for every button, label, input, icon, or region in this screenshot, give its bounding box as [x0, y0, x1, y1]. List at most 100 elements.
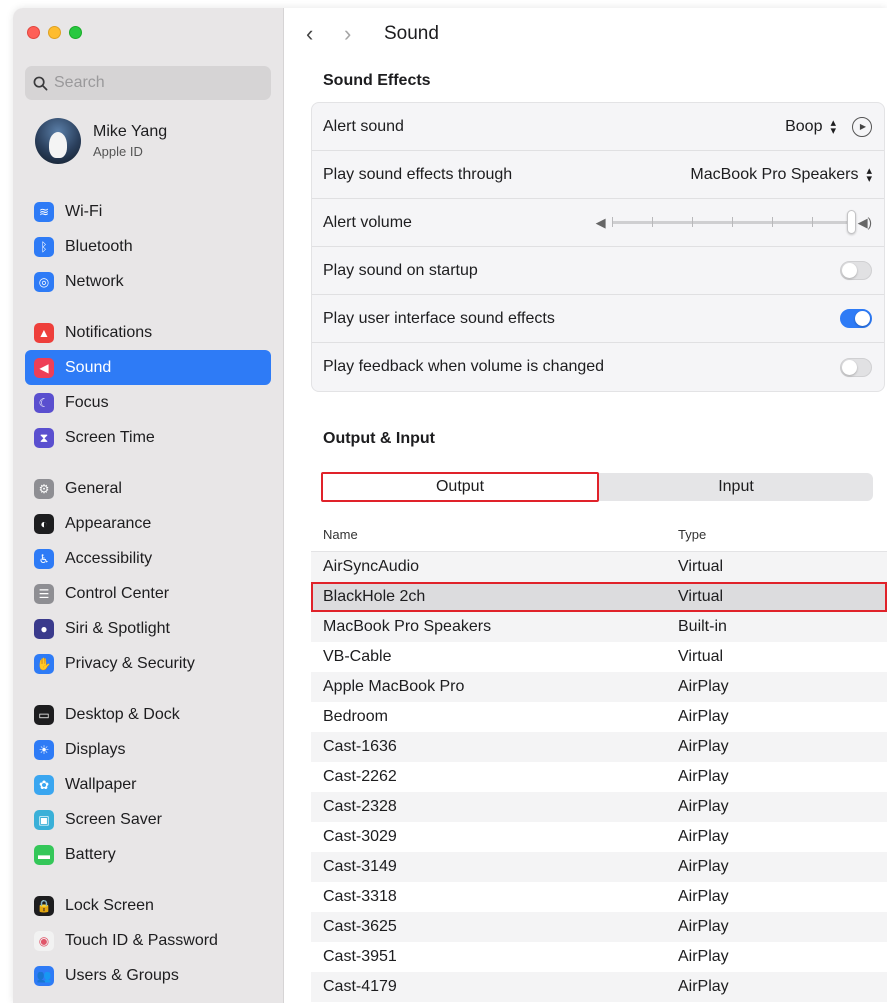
apple-id-profile[interactable]: Mike Yang Apple ID — [35, 118, 167, 164]
table-row[interactable]: Cast-3318 AirPlay — [311, 882, 887, 912]
sidebar-item-privacy-security[interactable]: ✋ Privacy & Security — [25, 646, 271, 681]
table-row[interactable]: MacBook Pro Speakers Built-in — [311, 612, 887, 642]
sidebar-item-touch-id-password[interactable]: ◉ Touch ID & Password — [25, 923, 271, 958]
sidebar-item-screen-time[interactable]: ⧗ Screen Time — [25, 420, 271, 455]
minimize-window-button[interactable] — [48, 26, 61, 39]
table-row[interactable]: BlackHole 2ch Virtual — [311, 582, 887, 612]
sidebar-item-lock-screen[interactable]: 🔒 Lock Screen — [25, 888, 271, 923]
slider-track[interactable] — [611, 210, 856, 234]
search-icon — [33, 76, 48, 90]
device-name: BlackHole 2ch — [323, 588, 426, 605]
profile-name: Mike Yang — [93, 123, 168, 140]
sidebar-item-label: Lock Screen — [65, 896, 154, 914]
ui-sounds-toggle[interactable] — [840, 309, 872, 328]
sidebar-item-label: Sound — [65, 358, 112, 376]
speaker-icon: ◀ — [34, 357, 54, 378]
volume-feedback-toggle[interactable] — [840, 357, 872, 377]
device-name: Bedroom — [323, 708, 388, 725]
search-input[interactable] — [54, 74, 254, 92]
sidebar-nav: ≋ Wi-Fi ᛒ Bluetooth ◎ Network ▲ Notifications ◀ S… — [25, 194, 271, 993]
table-row[interactable]: Cast-3029 AirPlay — [311, 822, 887, 852]
table-body: AirSyncAudio Virtual BlackHole 2ch Virtual M… — [311, 552, 887, 1002]
sidebar-item-wallpaper[interactable]: ✿ Wallpaper — [25, 767, 271, 802]
device-type: AirPlay — [678, 768, 729, 785]
table-row[interactable]: AirSyncAudio Virtual — [311, 552, 887, 582]
sidebar-item-displays[interactable]: ☀ Displays — [25, 732, 271, 767]
profile-subtitle: Apple ID — [93, 144, 143, 159]
sidebar-item-bluetooth[interactable]: ᛒ Bluetooth — [25, 229, 271, 264]
sidebar-item-wi-fi[interactable]: ≋ Wi-Fi — [25, 194, 271, 229]
slider-tick — [771, 217, 773, 227]
table-row[interactable]: Cast-3625 AirPlay — [311, 912, 887, 942]
speaker-high-icon: ◀) — [857, 214, 872, 230]
table-row[interactable]: Cast-3149 AirPlay — [311, 852, 887, 882]
device-name: Cast-3951 — [323, 948, 397, 965]
table-row[interactable]: Cast-3951 AirPlay — [311, 942, 887, 972]
sidebar-item-desktop-dock[interactable]: ▭ Desktop & Dock — [25, 697, 271, 732]
bluetooth-icon: ᛒ — [34, 236, 54, 257]
sidebar-item-sound[interactable]: ◀ Sound — [25, 350, 271, 385]
output-input-heading: Output & Input — [323, 430, 435, 447]
startup-sound-toggle[interactable] — [840, 261, 872, 280]
screen-saver-icon: ▣ — [34, 809, 54, 830]
table-row[interactable]: Cast-2328 AirPlay — [311, 792, 887, 822]
table-row[interactable]: VB-Cable Virtual — [311, 642, 887, 672]
tab-output[interactable]: Output — [321, 472, 599, 502]
sidebar-item-general[interactable]: ⚙ General — [25, 471, 271, 506]
lock-icon: 🔒 — [34, 895, 54, 916]
device-type: AirPlay — [678, 678, 729, 695]
zoom-window-button[interactable] — [69, 26, 82, 39]
sidebar-item-control-center[interactable]: ☰ Control Center — [25, 576, 271, 611]
device-type: Built-in — [678, 618, 727, 635]
sidebar-item-network[interactable]: ◎ Network — [25, 264, 271, 299]
sidebar-item-screen-saver[interactable]: ▣ Screen Saver — [25, 802, 271, 837]
sidebar-item-notifications[interactable]: ▲ Notifications — [25, 315, 271, 350]
sidebar-item-accessibility[interactable]: ♿ Accessibility — [25, 541, 271, 576]
device-type: AirPlay — [678, 978, 729, 995]
bell-icon: ▲ — [34, 322, 54, 343]
alert-volume-row: Alert volume ◀ ◀) — [312, 199, 884, 247]
slider-tick — [811, 217, 813, 227]
table-row[interactable]: Bedroom AirPlay — [311, 702, 887, 732]
avatar — [35, 118, 81, 164]
device-name: MacBook Pro Speakers — [323, 618, 492, 635]
table-row[interactable]: Cast-2262 AirPlay — [311, 762, 887, 792]
device-type: AirPlay — [678, 948, 729, 965]
column-header-name[interactable]: Name — [311, 527, 678, 542]
sidebar-item-siri-spotlight[interactable]: ● Siri & Spotlight — [25, 611, 271, 646]
play-alert-button[interactable]: ▶ — [852, 116, 872, 137]
forward-button[interactable]: › — [344, 21, 382, 47]
sidebar-item-focus[interactable]: ☾ Focus — [25, 385, 271, 420]
chevron-updown-icon: ▴ ▾ — [830, 116, 836, 137]
play-through-popup[interactable]: MacBook Pro Speakers ▴ ▾ — [690, 165, 872, 184]
slider-knob[interactable] — [846, 210, 856, 234]
alert-volume-label: Alert volume — [323, 213, 412, 231]
sidebar-item-appearance[interactable]: ◐ Appearance — [25, 506, 271, 541]
alert-sound-popup[interactable]: Boop ▴ ▾ — [785, 116, 836, 137]
gear-icon: ⚙ — [34, 478, 54, 499]
globe-icon: ◎ — [34, 271, 54, 292]
search-field[interactable] — [25, 66, 271, 100]
sidebar-item-users-groups[interactable]: 👥 Users & Groups — [25, 958, 271, 993]
sidebar-item-label: Focus — [65, 393, 109, 411]
control-center-icon: ☰ — [34, 583, 54, 604]
table-row[interactable]: Cast-4179 AirPlay — [311, 972, 887, 1002]
table-row[interactable]: Cast-1636 AirPlay — [311, 732, 887, 762]
speaker-low-icon: ◀ — [595, 214, 606, 230]
sun-icon: ☀ — [34, 739, 54, 760]
table-row[interactable]: Apple MacBook Pro AirPlay — [311, 672, 887, 702]
close-window-button[interactable] — [27, 26, 40, 39]
sidebar-item-label: Displays — [65, 740, 126, 758]
device-type: AirPlay — [678, 858, 729, 875]
column-header-type[interactable]: Type — [678, 527, 887, 542]
tab-input[interactable]: Input — [599, 473, 873, 501]
device-type: AirPlay — [678, 888, 729, 905]
sidebar-item-label: Siri & Spotlight — [65, 619, 170, 637]
device-type: AirPlay — [678, 708, 729, 725]
back-button[interactable]: ‹ — [306, 21, 344, 47]
sidebar-item-battery[interactable]: ▬ Battery — [25, 837, 271, 872]
alert-volume-slider[interactable]: ◀ ◀) — [595, 210, 872, 234]
play-through-row: Play sound effects through MacBook Pro S… — [312, 151, 884, 199]
